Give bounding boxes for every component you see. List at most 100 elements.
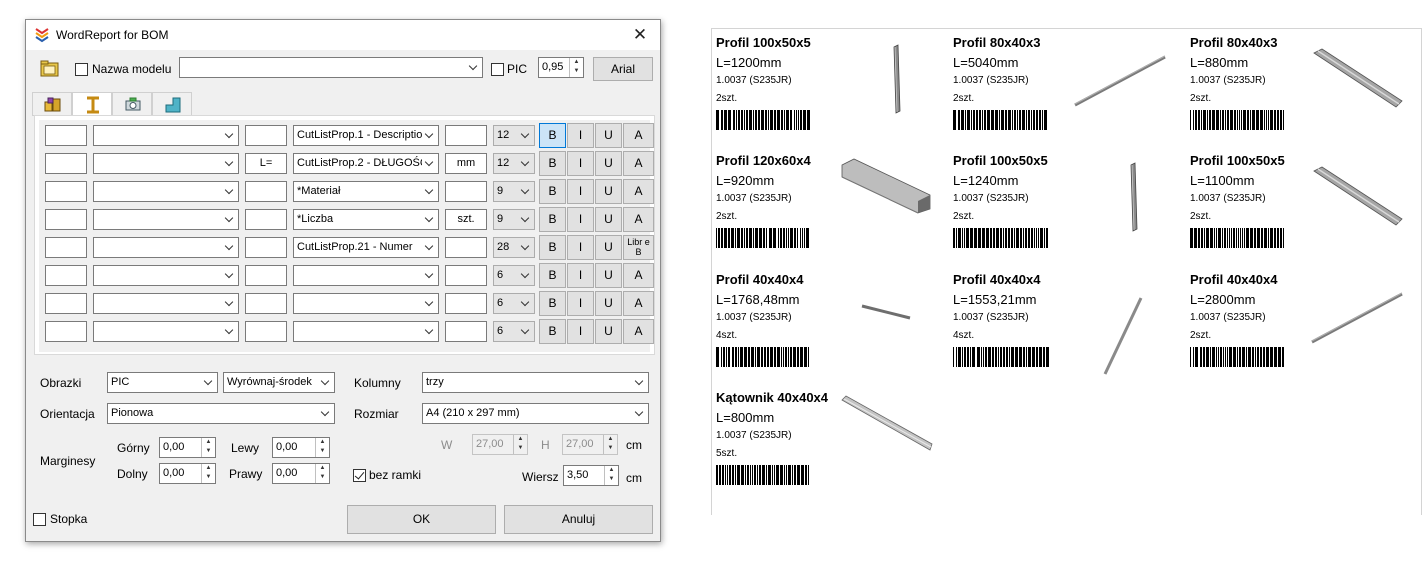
font-name-button[interactable]: Libr e B bbox=[623, 235, 654, 260]
row-property-combo[interactable]: CutListProp.2 - DŁUGOŚĆ bbox=[293, 153, 439, 174]
underline-button[interactable]: U bbox=[595, 207, 622, 232]
font-name-button[interactable]: A bbox=[623, 263, 654, 288]
row-property-combo[interactable]: *Liczba bbox=[293, 209, 439, 230]
row-property-combo[interactable] bbox=[293, 265, 439, 286]
italic-button[interactable]: I bbox=[567, 151, 594, 176]
row-prefix-field[interactable] bbox=[245, 293, 287, 314]
row-indent-field[interactable] bbox=[45, 209, 87, 230]
row-prefix-field[interactable] bbox=[245, 265, 287, 286]
nazwa-modelu-checkbox[interactable] bbox=[75, 63, 88, 76]
row-source-combo[interactable] bbox=[93, 237, 239, 258]
spinner-arrows-icon[interactable]: ▲ ▼ bbox=[201, 438, 215, 457]
open-folder-icon[interactable] bbox=[40, 60, 60, 78]
font-name-button[interactable]: A bbox=[623, 207, 654, 232]
pic-checkbox[interactable] bbox=[491, 63, 504, 76]
spinner-arrows-icon[interactable]: ▲ ▼ bbox=[569, 58, 583, 77]
wiersz-spinner[interactable]: 3,50 ▲ ▼ bbox=[563, 465, 619, 486]
stopka-checkbox[interactable] bbox=[33, 513, 46, 526]
row-source-combo[interactable] bbox=[93, 209, 239, 230]
font-name-button[interactable]: A bbox=[623, 151, 654, 176]
bez-ramki-checkbox[interactable] bbox=[353, 469, 366, 482]
row-property-combo[interactable] bbox=[293, 293, 439, 314]
close-button[interactable]: ✕ bbox=[620, 20, 660, 50]
italic-button[interactable]: I bbox=[567, 235, 594, 260]
row-property-combo[interactable] bbox=[293, 321, 439, 342]
bold-button[interactable]: B bbox=[539, 263, 566, 288]
italic-button[interactable]: I bbox=[567, 263, 594, 288]
row-property-combo[interactable]: CutListProp.1 - Description bbox=[293, 125, 439, 146]
row-property-combo[interactable]: *Materiał bbox=[293, 181, 439, 202]
row-indent-field[interactable] bbox=[45, 125, 87, 146]
italic-button[interactable]: I bbox=[567, 179, 594, 204]
row-suffix-field[interactable] bbox=[445, 125, 487, 146]
font-button[interactable]: Arial bbox=[593, 57, 653, 81]
align-combo[interactable]: Wyrównaj-środek bbox=[223, 372, 335, 393]
gorny-spinner[interactable]: 0,00 ▲ ▼ bbox=[159, 437, 216, 458]
bold-button[interactable]: B bbox=[539, 179, 566, 204]
row-source-combo[interactable] bbox=[93, 293, 239, 314]
row-prefix-field[interactable] bbox=[245, 321, 287, 342]
row-suffix-field[interactable] bbox=[445, 265, 487, 286]
row-property-combo[interactable]: CutListProp.21 - Numer bbox=[293, 237, 439, 258]
row-font-size-combo[interactable]: 9 bbox=[493, 209, 535, 230]
scale-spinner[interactable]: 0,95 ▲ ▼ bbox=[538, 57, 584, 78]
row-suffix-field[interactable]: mm bbox=[445, 153, 487, 174]
row-suffix-field[interactable]: szt. bbox=[445, 209, 487, 230]
row-font-size-combo[interactable]: 6 bbox=[493, 321, 535, 342]
spinner-arrows-icon[interactable]: ▲ ▼ bbox=[604, 466, 618, 485]
row-font-size-combo[interactable]: 12 bbox=[493, 125, 535, 146]
row-prefix-field[interactable] bbox=[245, 181, 287, 202]
rozmiar-combo[interactable]: A4 (210 x 297 mm) bbox=[422, 403, 649, 424]
row-font-size-combo[interactable]: 12 bbox=[493, 153, 535, 174]
kolumny-combo[interactable]: trzy bbox=[422, 372, 649, 393]
row-indent-field[interactable] bbox=[45, 293, 87, 314]
orientacja-combo[interactable]: Pionowa bbox=[107, 403, 335, 424]
font-name-button[interactable]: A bbox=[623, 123, 654, 148]
row-font-size-combo[interactable]: 6 bbox=[493, 293, 535, 314]
tab-parts[interactable] bbox=[112, 92, 152, 116]
underline-button[interactable]: U bbox=[595, 123, 622, 148]
row-source-combo[interactable] bbox=[93, 153, 239, 174]
italic-button[interactable]: I bbox=[567, 319, 594, 344]
row-prefix-field[interactable] bbox=[245, 125, 287, 146]
row-indent-field[interactable] bbox=[45, 237, 87, 258]
row-source-combo[interactable] bbox=[93, 181, 239, 202]
row-suffix-field[interactable] bbox=[445, 181, 487, 202]
underline-button[interactable]: U bbox=[595, 179, 622, 204]
spinner-arrows-icon[interactable]: ▲ ▼ bbox=[315, 464, 329, 483]
bold-button[interactable]: B bbox=[539, 151, 566, 176]
row-source-combo[interactable] bbox=[93, 321, 239, 342]
tab-beam-profile[interactable] bbox=[72, 92, 112, 117]
row-prefix-field[interactable] bbox=[245, 237, 287, 258]
bold-button[interactable]: B bbox=[539, 207, 566, 232]
cancel-button[interactable]: Anuluj bbox=[504, 505, 653, 534]
bold-button[interactable]: B bbox=[539, 235, 566, 260]
model-combo[interactable] bbox=[179, 57, 483, 78]
underline-button[interactable]: U bbox=[595, 291, 622, 316]
row-suffix-field[interactable] bbox=[445, 321, 487, 342]
ok-button[interactable]: OK bbox=[347, 505, 496, 534]
h-spinner[interactable]: 27,00 ▲ ▼ bbox=[562, 434, 618, 455]
row-suffix-field[interactable] bbox=[445, 237, 487, 258]
row-font-size-combo[interactable]: 9 bbox=[493, 181, 535, 202]
italic-button[interactable]: I bbox=[567, 207, 594, 232]
tab-assembly[interactable] bbox=[32, 92, 72, 116]
row-indent-field[interactable] bbox=[45, 181, 87, 202]
row-font-size-combo[interactable]: 6 bbox=[493, 265, 535, 286]
w-spinner[interactable]: 27,00 ▲ ▼ bbox=[472, 434, 528, 455]
prawy-spinner[interactable]: 0,00 ▲ ▼ bbox=[272, 463, 330, 484]
row-prefix-field[interactable]: L= bbox=[245, 153, 287, 174]
spinner-arrows-icon[interactable]: ▲ ▼ bbox=[201, 464, 215, 483]
bold-button[interactable]: B bbox=[539, 291, 566, 316]
row-source-combo[interactable] bbox=[93, 125, 239, 146]
font-name-button[interactable]: A bbox=[623, 179, 654, 204]
row-prefix-field[interactable] bbox=[245, 209, 287, 230]
lewy-spinner[interactable]: 0,00 ▲ ▼ bbox=[272, 437, 330, 458]
underline-button[interactable]: U bbox=[595, 263, 622, 288]
row-indent-field[interactable] bbox=[45, 321, 87, 342]
row-indent-field[interactable] bbox=[45, 153, 87, 174]
underline-button[interactable]: U bbox=[595, 235, 622, 260]
tab-sheet-metal[interactable] bbox=[152, 92, 192, 116]
bold-button[interactable]: B bbox=[539, 123, 566, 148]
spinner-arrows-icon[interactable]: ▲ ▼ bbox=[315, 438, 329, 457]
